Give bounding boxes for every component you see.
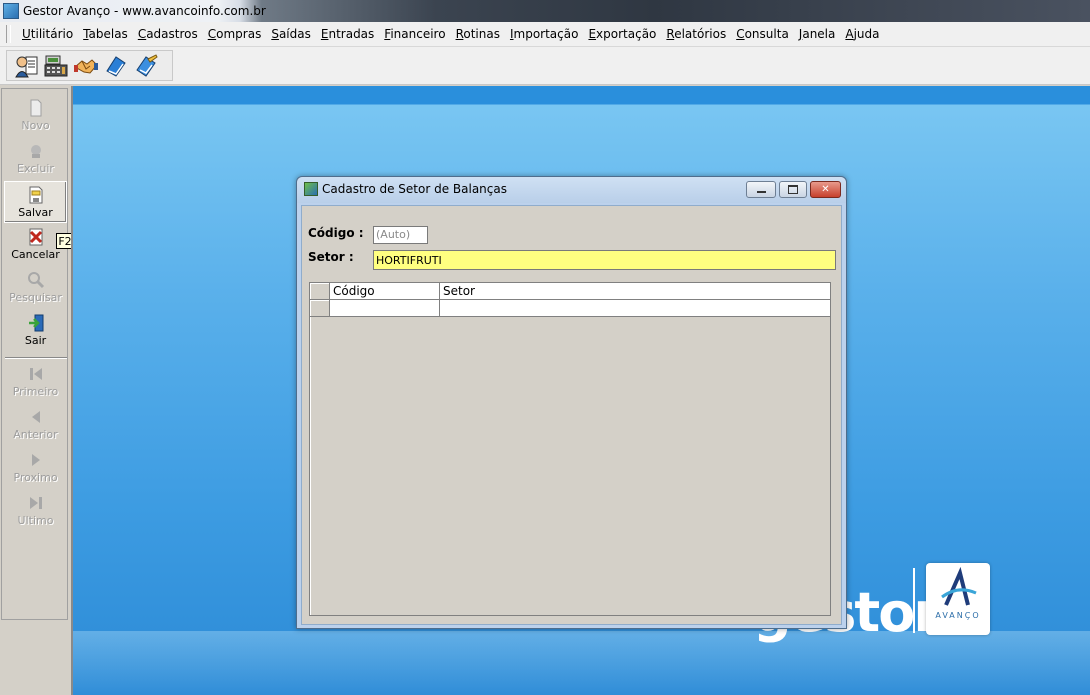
previous-record-icon	[31, 411, 40, 423]
last-record-button[interactable]: Ultimo	[4, 490, 67, 532]
menu-saidas[interactable]: Saídas	[266, 27, 316, 41]
save-button-label: Salvar	[18, 206, 53, 219]
menu-cadastros[interactable]: Cadastros	[133, 27, 203, 41]
avanco-logo-mark	[941, 566, 977, 606]
new-button[interactable]: Novo	[4, 95, 67, 137]
next-record-button[interactable]: Proximo	[4, 447, 67, 489]
grid-column-setor[interactable]: Setor	[440, 283, 831, 299]
grid-column-codigo[interactable]: Código	[330, 283, 440, 299]
panel-separator	[5, 357, 67, 359]
next-record-icon	[31, 454, 40, 466]
setor-dialog: Cadastro de Setor de Balanças ✕ Código :…	[296, 176, 847, 629]
menu-rotinas[interactable]: Rotinas	[451, 27, 505, 41]
avanco-logo: AVANÇO	[926, 563, 990, 635]
row-indicator	[310, 300, 330, 316]
menu-consulta[interactable]: Consulta	[731, 27, 794, 41]
minimize-icon	[756, 191, 766, 193]
table-row[interactable]	[310, 300, 831, 317]
window-titlebar: Gestor Avanço - www.avancoinfo.com.br	[0, 0, 1090, 22]
window-title: Gestor Avanço - www.avancoinfo.com.br	[23, 4, 266, 18]
minimize-button[interactable]	[746, 181, 776, 198]
blue-book-icon[interactable]	[103, 53, 129, 79]
maximize-button[interactable]	[779, 181, 807, 198]
exit-button-label: Sair	[24, 334, 47, 347]
delete-icon	[30, 145, 41, 158]
maximize-icon	[788, 185, 798, 194]
edit-book-icon[interactable]	[133, 53, 159, 79]
menu-tabelas[interactable]: Tabelas	[78, 27, 133, 41]
menu-compras[interactable]: Compras	[203, 27, 267, 41]
grid-header-indicator	[310, 283, 330, 299]
setor-input[interactable]	[373, 250, 836, 270]
close-icon: ✕	[821, 184, 830, 195]
dialog-title: Cadastro de Setor de Balanças	[322, 182, 507, 196]
dialog-body: Código : (Auto) Setor : Código Setor	[301, 205, 842, 625]
search-button[interactable]: Pesquisar	[4, 267, 67, 309]
handshake-icon[interactable]	[73, 53, 99, 79]
setor-grid[interactable]: Código Setor	[309, 282, 831, 616]
codigo-label: Código :	[308, 226, 364, 240]
menu-bar: Utilitário Tabelas Cadastros Compras Saí…	[0, 22, 1090, 47]
exit-button[interactable]: Sair	[4, 310, 67, 352]
first-record-icon	[29, 368, 42, 380]
save-icon	[29, 186, 42, 204]
toolbar	[0, 47, 1090, 85]
menu-exportacao[interactable]: Exportação	[583, 27, 661, 41]
dialog-titlebar[interactable]: Cadastro de Setor de Balanças ✕	[297, 177, 846, 203]
new-button-label: Novo	[21, 119, 50, 132]
first-record-button[interactable]: Primeiro	[4, 361, 67, 403]
menu-janela[interactable]: Janela	[794, 27, 841, 41]
next-record-label: Proximo	[13, 471, 58, 484]
menu-utilitario[interactable]: Utilitário	[17, 27, 78, 41]
menu-financeiro[interactable]: Financeiro	[379, 27, 450, 41]
search-icon	[27, 272, 44, 289]
avanco-logo-text: AVANÇO	[935, 611, 981, 620]
menu-entradas[interactable]: Entradas	[316, 27, 379, 41]
previous-record-button[interactable]: Anterior	[4, 404, 67, 446]
previous-record-label: Anterior	[13, 428, 58, 441]
toolbar-group	[6, 50, 173, 81]
save-button[interactable]: Salvar	[4, 181, 67, 223]
app-icon	[3, 3, 19, 19]
last-record-icon	[29, 497, 42, 509]
menu-ajuda[interactable]: Ajuda	[840, 27, 884, 41]
first-record-label: Primeiro	[12, 385, 59, 398]
search-button-label: Pesquisar	[9, 291, 62, 304]
codigo-field[interactable]: (Auto)	[373, 226, 428, 244]
last-record-label: Ultimo	[17, 514, 54, 527]
menubar-grip	[6, 25, 11, 43]
delete-button-label: Excluir	[17, 162, 54, 175]
cash-register-icon[interactable]	[43, 53, 69, 79]
menu-relatorios[interactable]: Relatórios	[661, 27, 731, 41]
dialog-app-icon	[304, 182, 318, 196]
delete-button[interactable]: Excluir	[4, 138, 67, 180]
brand-divider	[913, 568, 915, 633]
cell-codigo[interactable]	[330, 300, 440, 316]
new-document-icon	[30, 99, 41, 117]
grid-header: Código Setor	[310, 283, 831, 300]
exit-icon	[28, 314, 43, 332]
command-panel: Novo Excluir Salvar Cancelar Pesquisar S…	[0, 86, 70, 695]
setor-label: Setor :	[308, 250, 354, 264]
cancel-icon	[29, 228, 42, 246]
command-panel-frame: Novo Excluir Salvar Cancelar Pesquisar S…	[1, 88, 68, 620]
cell-setor[interactable]	[440, 300, 831, 316]
user-agenda-icon[interactable]	[13, 53, 39, 79]
close-button[interactable]: ✕	[810, 181, 841, 198]
menu-importacao[interactable]: Importação	[505, 27, 583, 41]
